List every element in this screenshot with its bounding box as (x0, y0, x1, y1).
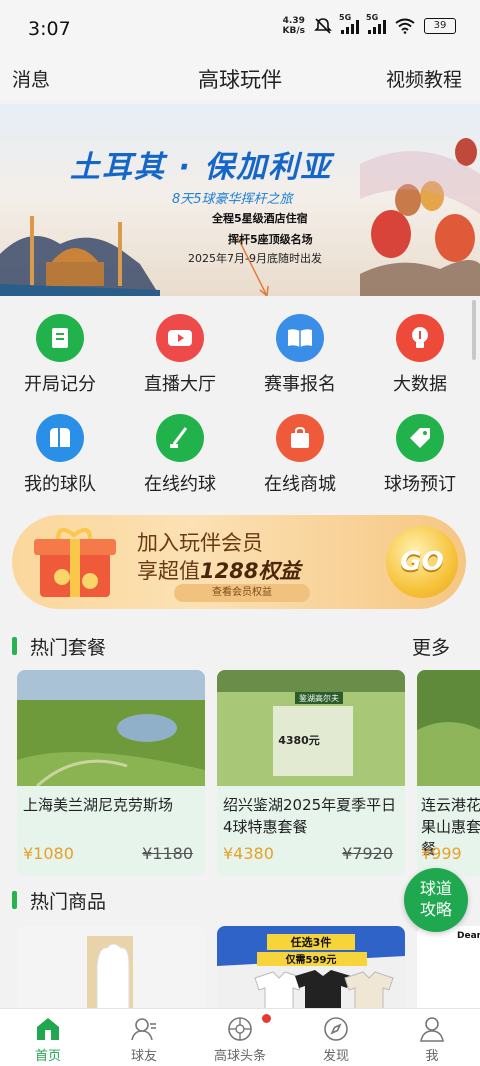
tab-headlines[interactable]: 高球头条 (192, 1009, 288, 1066)
banner-line-3: 2025年7月-9月底随时出发 (188, 252, 322, 265)
app-header: 消息 高球玩伴 视频教程 (0, 56, 480, 100)
package-carousel: 上海美兰湖尼克劳斯场 ¥1080 ¥1180 鉴湖高尔夫 4380元 绍兴鉴湖2… (0, 670, 480, 876)
notification-dot (262, 1014, 271, 1023)
glove-image (17, 926, 205, 1008)
promo-banner[interactable]: 土耳其 · 保加利亚 8天5球豪华挥杆之旅 全程5星级酒店住宿 挥杆5座顶级名场… (0, 104, 480, 296)
mute-icon (314, 18, 332, 34)
user-icon (384, 1013, 480, 1045)
svg-text:4380元: 4380元 (278, 734, 320, 747)
section-accent (12, 637, 17, 655)
tab-me[interactable]: 我 (384, 1009, 480, 1066)
tab-home[interactable]: 首页 (0, 1009, 96, 1066)
package-image (17, 670, 205, 788)
goods-image: Dear (417, 926, 480, 1008)
membership-banner[interactable]: 加入玩伴会员 享超值1288权益 查看会员权益 GO (12, 515, 466, 609)
fairway-guide-button[interactable]: 球道 攻略 (404, 868, 468, 932)
home-icon (0, 1013, 96, 1045)
menu-item-events[interactable]: 赛事报名 (240, 300, 360, 400)
goods-card[interactable]: Dear (417, 926, 480, 1008)
network-speed: 4.39 KB/s (282, 16, 305, 36)
view-benefits-link[interactable]: 查看会员权益 (174, 584, 310, 602)
more-link[interactable]: 更多 (412, 633, 450, 660)
battery-icon: 39 (424, 18, 456, 34)
banner-subtitle: 8天5球豪华挥杆之旅 (172, 192, 293, 207)
signal-icon-2: 5G (366, 13, 386, 34)
menu-item-team[interactable]: 我的球队 (0, 400, 120, 500)
menu-item-scoring[interactable]: 开局记分 (0, 300, 120, 400)
headlines-icon (192, 1013, 288, 1045)
menu-item-booking-game[interactable]: 在线约球 (120, 400, 240, 500)
package-card[interactable]: 上海美兰湖尼克劳斯场 ¥1080 ¥1180 (17, 670, 205, 876)
menu-item-bigdata[interactable]: 大数据 (360, 300, 480, 400)
package-image: 鉴湖高尔夫 4380元 (217, 670, 405, 786)
menu-item-shop[interactable]: 在线商城 (240, 400, 360, 500)
lightbulb-icon (396, 314, 444, 362)
wifi-icon (395, 18, 415, 34)
bottom-tab-bar: 首页 球友 高球头条 发现 我 (0, 1008, 480, 1066)
membership-go-button[interactable]: GO (386, 526, 458, 598)
signal-icon-1: 5G (339, 13, 359, 34)
package-price: ¥999 (421, 844, 462, 863)
shopping-bag-icon (276, 414, 324, 462)
tab-discover[interactable]: 发现 (288, 1009, 384, 1066)
status-time: 3:07 (28, 18, 71, 40)
scrollbar[interactable] (472, 300, 476, 360)
video-tutorial-link[interactable]: 视频教程 (386, 65, 462, 92)
package-original-price: ¥1180 (142, 844, 193, 863)
video-icon (156, 314, 204, 362)
svg-text:Dear: Dear (457, 931, 480, 941)
status-icons: 4.39 KB/s 5G 5G 39 (282, 13, 456, 36)
hot-packages-header: 热门套餐 更多 (0, 631, 480, 661)
membership-benefit: 享超值1288权益 (137, 559, 301, 583)
messages-link[interactable]: 消息 (12, 65, 50, 92)
shirts-image: 任选3件 仅需599元 (217, 926, 405, 1008)
scorecard-icon (36, 314, 84, 362)
package-name: 绍兴鉴湖2025年夏季平日4球特惠套餐 (223, 796, 397, 836)
compass-icon (288, 1013, 384, 1045)
section-accent (12, 891, 17, 909)
banner-line-1: 全程5星级酒店住宿 (212, 212, 308, 225)
section-title: 热门套餐 (30, 637, 107, 659)
friends-icon (96, 1013, 192, 1045)
svg-text:鉴湖高尔夫: 鉴湖高尔夫 (299, 693, 339, 703)
menu-item-live[interactable]: 直播大厅 (120, 300, 240, 400)
book-icon (276, 314, 324, 362)
package-price: ¥4380 (223, 844, 274, 863)
goods-carousel: 任选3件 仅需599元 Dear (0, 926, 480, 1008)
banner-title: 土耳其 · 保加利亚 (70, 150, 333, 185)
package-price: ¥1080 (23, 844, 74, 863)
golf-club-icon (156, 414, 204, 462)
svg-text:任选3件: 任选3件 (290, 935, 332, 949)
package-card[interactable]: 鉴湖高尔夫 4380元 绍兴鉴湖2025年夏季平日4球特惠套餐 ¥4380 ¥7… (217, 670, 405, 876)
svg-text:仅需599元: 仅需599元 (285, 953, 337, 966)
section-title: 热门商品 (30, 891, 107, 913)
goods-card[interactable]: 任选3件 仅需599元 (217, 926, 405, 1008)
tab-friends[interactable]: 球友 (96, 1009, 192, 1066)
gift-box-icon (34, 527, 116, 597)
package-image (417, 670, 480, 786)
package-name: 上海美兰湖尼克劳斯场 (23, 796, 174, 814)
package-card[interactable]: 连云港花果山惠套餐 ¥999 (417, 670, 480, 876)
banner-line-2: 挥杆5座顶级名场 (228, 233, 313, 246)
team-icon (36, 414, 84, 462)
membership-title: 加入玩伴会员 (137, 531, 263, 555)
package-original-price: ¥7920 (342, 844, 393, 863)
menu-item-course-booking[interactable]: 球场预订 (360, 400, 480, 500)
goods-card[interactable] (17, 926, 205, 1008)
tag-icon (396, 414, 444, 462)
status-bar: 3:07 4.39 KB/s 5G 5G 39 (0, 0, 480, 56)
